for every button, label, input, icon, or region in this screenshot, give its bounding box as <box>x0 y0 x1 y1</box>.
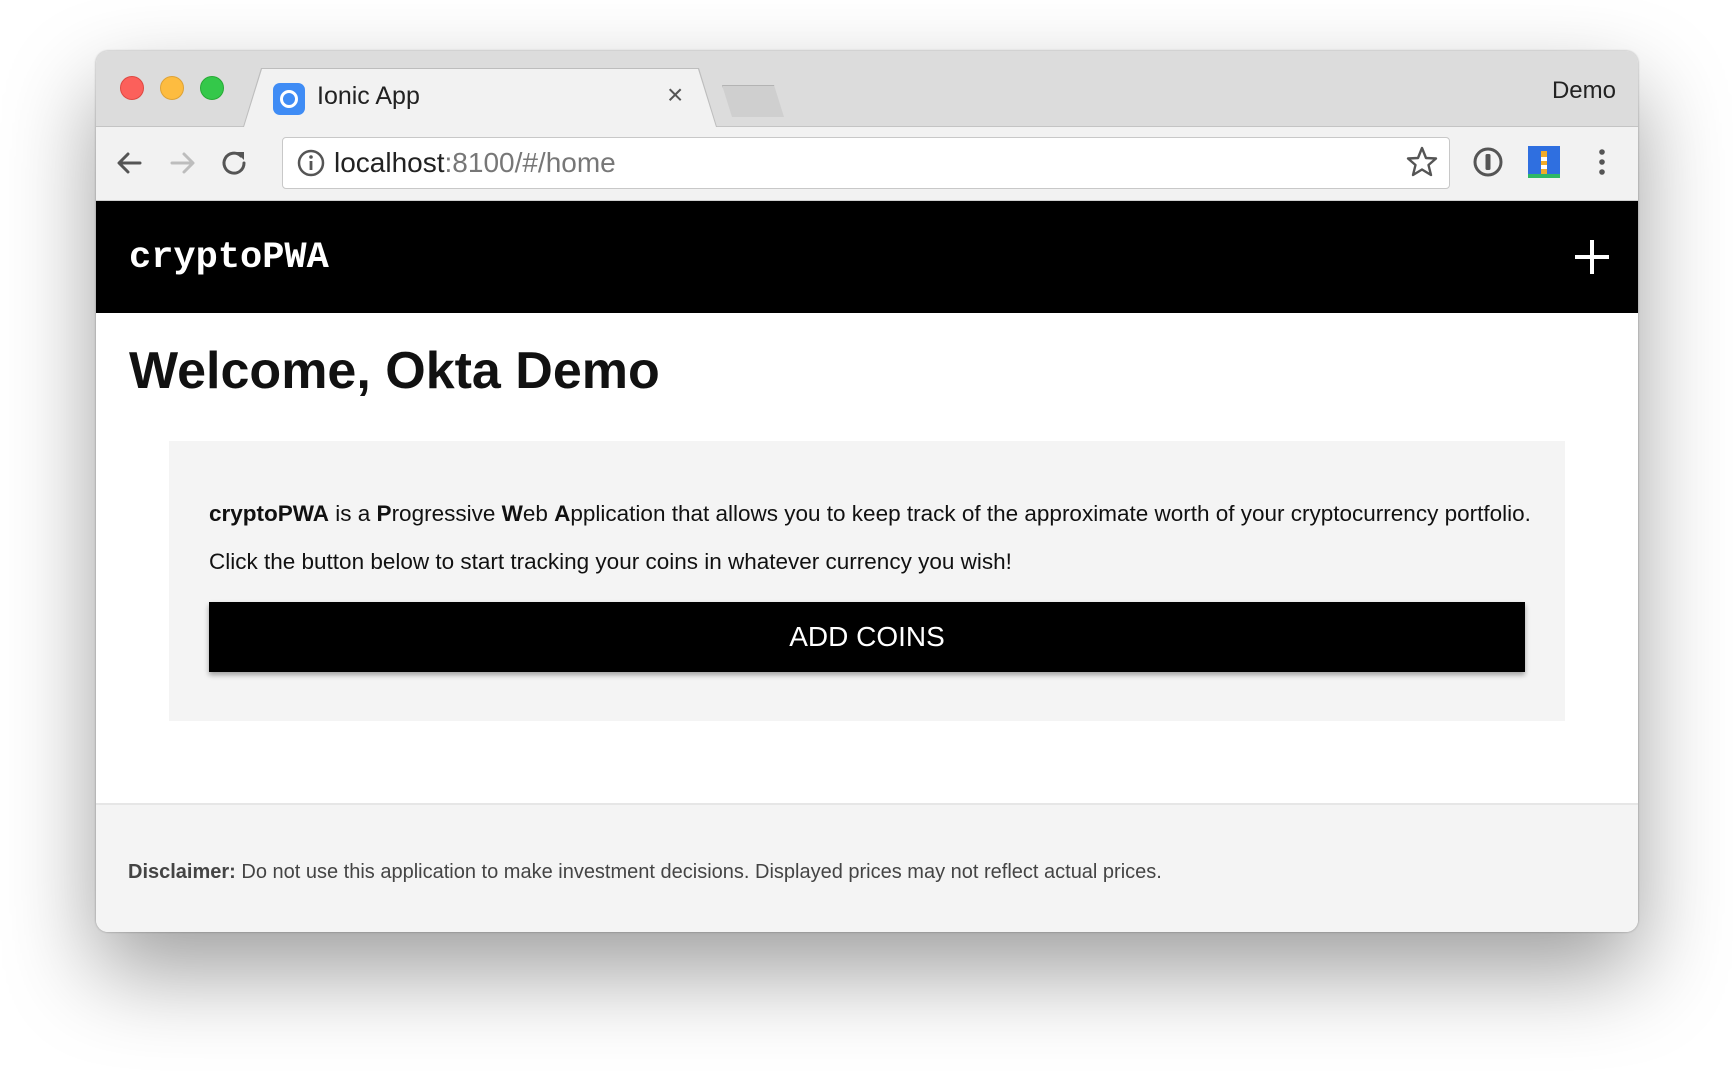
star-icon[interactable] <box>1404 144 1440 180</box>
maximize-window-button[interactable] <box>200 76 224 100</box>
forward-arrow-icon[interactable] <box>162 143 202 183</box>
intro-eb: eb <box>522 501 555 526</box>
intro-is-a: is a <box>329 501 377 526</box>
browser-window: Ionic App × Demo localhost:8100/#/home c… <box>96 51 1638 932</box>
intro-w: W <box>501 501 523 526</box>
new-tab-button[interactable] <box>722 85 784 117</box>
instructions-text: Click the button below to start tracking… <box>209 549 1012 574</box>
tab-ionic-app[interactable] <box>244 69 716 127</box>
intro-text: cryptoPWA is a Progressive Web Applicati… <box>209 501 1531 527</box>
url-host: localhost <box>334 147 445 178</box>
password-manager-icon[interactable] <box>1470 144 1506 180</box>
ionic-favicon-icon <box>273 83 305 115</box>
disclaimer-label: Disclaimer: <box>128 861 236 883</box>
back-arrow-icon[interactable] <box>110 143 150 183</box>
intro-p: P <box>376 501 392 526</box>
more-menu-icon[interactable] <box>1584 144 1620 180</box>
disclaimer: Disclaimer: Do not use this application … <box>128 861 1162 884</box>
url-path: :8100/#/home <box>444 147 616 178</box>
footer: Disclaimer: Do not use this application … <box>96 803 1638 932</box>
app-name: cryptoPWA <box>209 501 330 526</box>
reload-icon[interactable] <box>214 143 254 183</box>
page-title: Welcome, Okta Demo <box>129 342 660 400</box>
tab-title: Ionic App <box>317 82 420 110</box>
intro-rest: pplication that allows you to keep track… <box>570 501 1531 526</box>
app-header: cryptoPWA <box>96 201 1638 313</box>
profile-name[interactable]: Demo <box>1552 77 1616 105</box>
add-coins-button[interactable]: ADD COINS <box>209 602 1525 672</box>
tab-close-icon[interactable]: × <box>667 81 683 109</box>
title-bar: Ionic App × Demo <box>96 51 1638 127</box>
intro-card: cryptoPWA is a Progressive Web Applicati… <box>169 441 1565 721</box>
intro-a: A <box>554 501 571 526</box>
minimize-window-button[interactable] <box>160 76 184 100</box>
lighthouse-extension-icon[interactable] <box>1526 144 1562 180</box>
info-icon[interactable] <box>294 146 328 180</box>
close-window-button[interactable] <box>120 76 144 100</box>
url-text[interactable]: localhost:8100/#/home <box>334 147 616 179</box>
intro-rogressive: rogressive <box>391 501 502 526</box>
disclaimer-text: Do not use this application to make inve… <box>235 861 1162 883</box>
app-title: cryptoPWA <box>129 237 329 279</box>
add-icon[interactable] <box>1574 239 1610 275</box>
